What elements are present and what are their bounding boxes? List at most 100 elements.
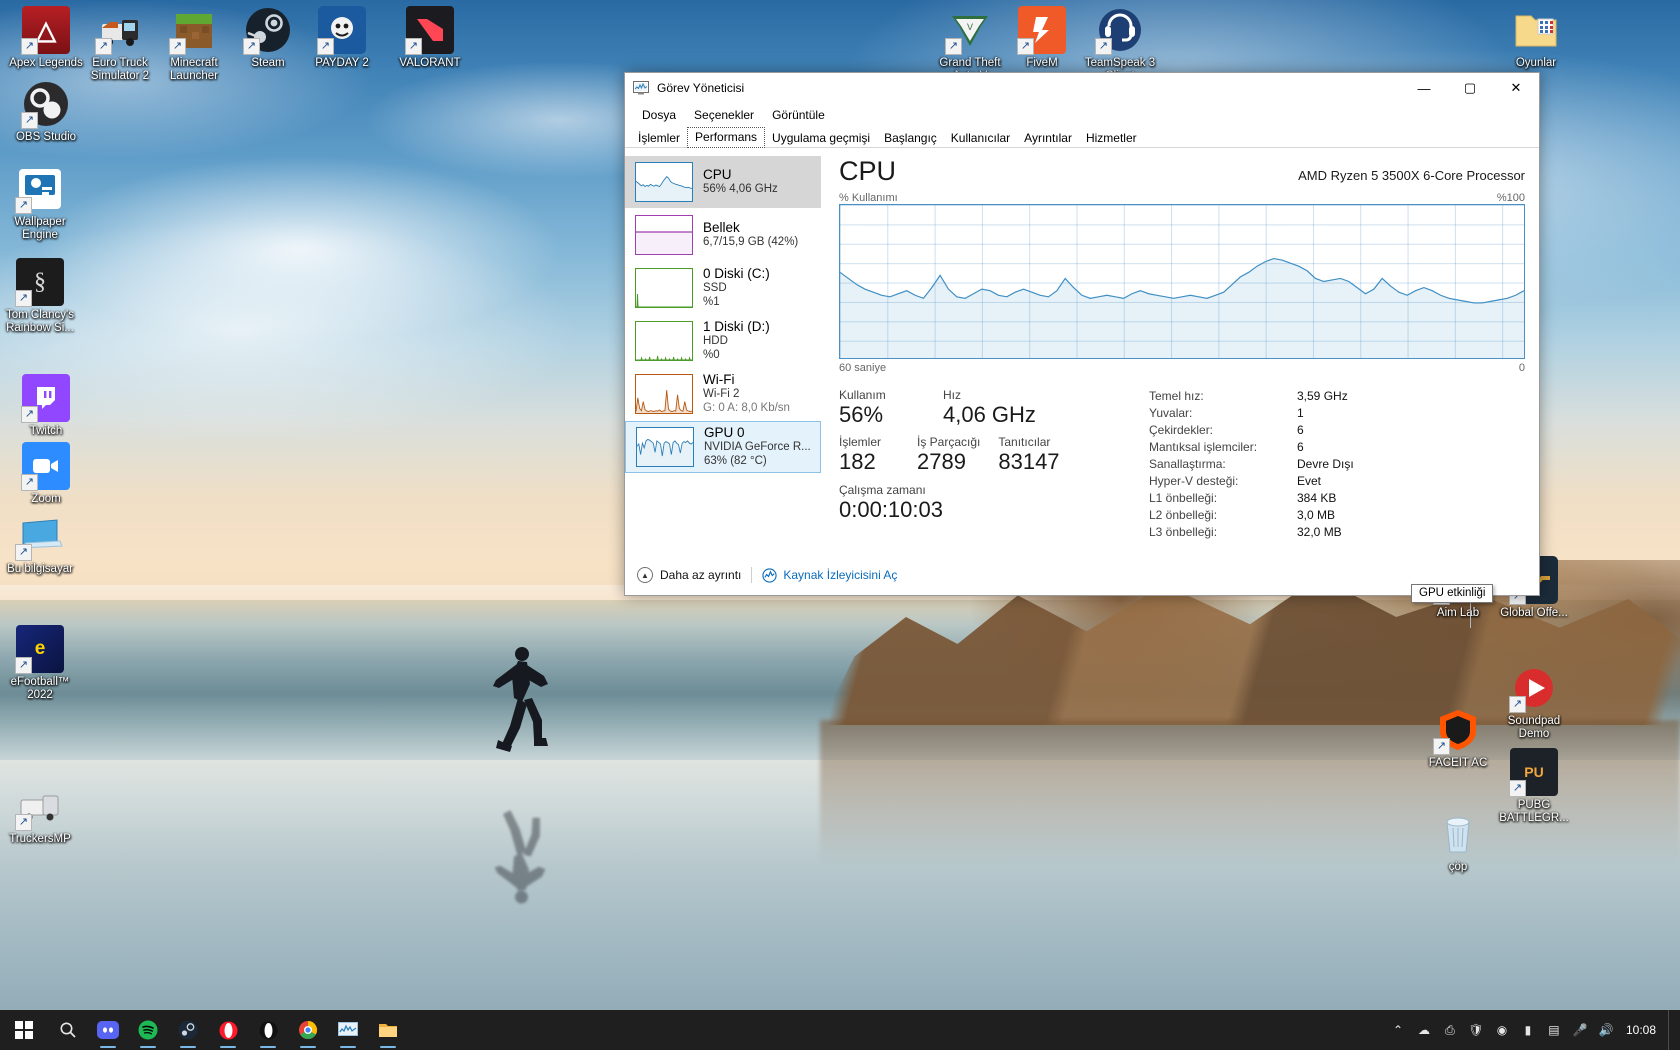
desktop-icon-wallpaper-engine[interactable]: ↗ Wallpaper Engine (0, 165, 80, 242)
desktop-icon-label: Twitch (29, 425, 63, 437)
sidebar-item-cpu[interactable]: CPU 56% 4,06 GHz (625, 156, 821, 208)
desktop-icon-soundpad-demo[interactable]: ↗ Soundpad Demo (1494, 664, 1574, 741)
taskbar-items[interactable] (48, 1010, 408, 1050)
tray-battery-icon[interactable]: ▮ (1516, 1010, 1540, 1050)
desktop-icon-tom-clancy-s-rainbow-si[interactable]: § ↗ Tom Clancy's Rainbow Si... (0, 258, 80, 335)
tab-ayr-nt-lar[interactable]: Ayrıntılar (1017, 129, 1079, 148)
desktop-icon-fivem[interactable]: ↗ FiveM (1002, 6, 1082, 70)
desktop-icon-steam[interactable]: ↗ Steam (228, 6, 308, 70)
menu-item-dosya[interactable]: Dosya (633, 106, 685, 124)
tab-performans[interactable]: Performans (687, 127, 766, 148)
sidebar-mini-graph-cpu (635, 162, 693, 202)
cpu-info-row: Sanallaştırma: Devre Dışı (1149, 456, 1525, 473)
window-titlebar[interactable]: Görev Yöneticisi — ▢ ✕ (625, 73, 1539, 103)
gta-v-icon: V ↗ (945, 6, 994, 55)
close-button[interactable]: ✕ (1493, 73, 1539, 103)
desktop-icon-truckersmp[interactable]: ↗ TruckersMP (0, 782, 80, 846)
taskbar-running-indicator (300, 1046, 316, 1048)
shortcut-arrow-icon: ↗ (1433, 738, 1450, 755)
shortcut-arrow-icon: ↗ (15, 814, 32, 831)
discord-taskbar-icon[interactable] (88, 1010, 128, 1050)
tray-usb-icon[interactable]: ⎙ (1438, 1010, 1462, 1050)
tray-expand-icon[interactable]: ⌃ (1386, 1010, 1410, 1050)
tray-shield-icon[interactable]: 🛡 (1464, 1010, 1488, 1050)
shortcut-arrow-icon: ↗ (243, 38, 260, 55)
tray-network-icon[interactable]: ▤ (1542, 1010, 1566, 1050)
sidebar-item-sub1: 6,7/15,9 GB (42%) (703, 236, 799, 249)
tab-kullan-c-lar[interactable]: Kullanıcılar (944, 129, 1017, 148)
cpu-info-value: 1 (1297, 406, 1304, 420)
system-tray[interactable]: ⌃ ☁ ⎙ 🛡 ◉ ▮ ▤ 🎤 🔊 10:08 (1386, 1010, 1680, 1050)
tab-bar[interactable]: İşlemler Performans Uygulama geçmişi Başlan… (625, 126, 1539, 148)
window-title: Görev Yöneticisi (657, 81, 745, 95)
spotify-taskbar-icon[interactable] (128, 1010, 168, 1050)
obs-studio-icon: ↗ (21, 80, 70, 129)
open-resource-monitor-link[interactable]: Kaynak İzleyicisini Aç (762, 567, 897, 583)
shortcut-arrow-icon: ↗ (1509, 780, 1526, 797)
start-button[interactable] (0, 1010, 48, 1050)
desktop-icon-oyunlar[interactable]: Oyunlar (1496, 6, 1576, 70)
menu-bar[interactable]: Dosya Seçenekler Görüntüle (625, 103, 1539, 126)
sidebar-mini-graph-gpu (636, 427, 694, 467)
desktop-icon-minecraft-launcher[interactable]: ↗ Minecraft Launcher (154, 6, 234, 83)
desktop-icon-obs-studio[interactable]: ↗ OBS Studio (6, 80, 86, 144)
svg-text:V: V (967, 22, 973, 32)
cpu-model-label: AMD Ryzen 5 3500X 6-Core Processor (1298, 168, 1525, 183)
desktop-icon-apex-legends[interactable]: △ ↗ Apex Legends (6, 6, 86, 70)
tab-hizmetler[interactable]: Hizmetler (1079, 129, 1144, 148)
show-desktop-button[interactable] (1668, 1010, 1676, 1050)
tray-discord-icon[interactable]: ◉ (1490, 1010, 1514, 1050)
steam-taskbar-icon[interactable] (168, 1010, 208, 1050)
tray-volume-icon[interactable]: 🔊 (1594, 1010, 1618, 1050)
minimize-button[interactable]: — (1401, 73, 1447, 103)
opera-taskbar-icon[interactable] (208, 1010, 248, 1050)
task-manager-window[interactable]: Görev Yöneticisi — ▢ ✕ Dosya Seçenekler Gö… (624, 72, 1540, 628)
sidebar-item-0-diski-c-[interactable]: 0 Diski (C:) SSD %1 (625, 262, 821, 314)
desktop-icon-payday-2[interactable]: ↗ PAYDAY 2 (302, 6, 382, 70)
task-manager-taskbar-icon[interactable] (328, 1010, 368, 1050)
search-taskbar-icon[interactable] (48, 1010, 88, 1050)
tray-mic-icon[interactable]: 🎤 (1568, 1010, 1592, 1050)
sidebar-item-1-diski-d-[interactable]: 1 Diski (D:) HDD %0 (625, 315, 821, 367)
clock-time: 10:08 (1625, 1023, 1656, 1037)
cpu-utilization-graph[interactable] (839, 204, 1525, 359)
desktop-icon-twitch[interactable]: ↗ Twitch (6, 374, 86, 438)
chrome-taskbar-icon[interactable] (288, 1010, 328, 1050)
explorer-taskbar-icon[interactable] (368, 1010, 408, 1050)
tab-i-lemler[interactable]: İşlemler (631, 129, 687, 148)
tray-cloud-icon[interactable]: ☁ (1412, 1010, 1436, 1050)
desktop-icon-efootball-2022[interactable]: e ↗ eFootball™ 2022 (0, 625, 80, 702)
sidebar-item-wi-fi[interactable]: Wi-Fi Wi-Fi 2 G: 0 A: 8,0 Kb/sn (625, 368, 821, 420)
desktop-icon-zoom[interactable]: ↗ Zoom (6, 442, 86, 506)
performance-sidebar[interactable]: CPU 56% 4,06 GHz Bellek 6,7/15,9 GB (42%) 0 … (625, 148, 821, 555)
desktop-icon-p[interactable]: çöp (1418, 810, 1498, 874)
wallpaper-engine-icon: ↗ (15, 165, 64, 214)
menu-item-g-r-nt-le[interactable]: Görüntüle (763, 106, 834, 124)
stat-threads-label: İş Parçacığı (917, 435, 981, 450)
desktop-icon-bu-bilgisayar[interactable]: ↗ Bu bilgisayar (0, 512, 80, 576)
sidebar-item-sub2: G: 0 A: 8,0 Kb/sn (703, 401, 790, 414)
windows-taskbar[interactable]: ⌃ ☁ ⎙ 🛡 ◉ ▮ ▤ 🎤 🔊 10:08 (0, 1010, 1680, 1050)
desktop-icon-faceit-ac[interactable]: ↗ FACEIT AC (1418, 706, 1498, 770)
sidebar-item-gpu-0[interactable]: GPU 0 NVIDIA GeForce R... 63% (82 °C) (625, 421, 821, 473)
desktop-icon-pubg-battlegr[interactable]: PU ↗ PUBG BATTLEGR... (1494, 748, 1574, 825)
sidebar-item-bellek[interactable]: Bellek 6,7/15,9 GB (42%) (625, 209, 821, 261)
maximize-button[interactable]: ▢ (1447, 73, 1493, 103)
tab-ba-lang-[interactable]: Başlangıç (877, 129, 944, 148)
shortcut-arrow-icon: ↗ (95, 38, 112, 55)
cpu-info-row: Hyper-V desteği: Evet (1149, 473, 1525, 490)
desktop-icon-euro-truck-simulator-2[interactable]: ↗ Euro Truck Simulator 2 (80, 6, 160, 83)
window-controls[interactable]: — ▢ ✕ (1401, 73, 1539, 103)
sidebar-mini-graph-disk1 (635, 321, 693, 361)
fewer-details-button[interactable]: ▲ Daha az ayrıntı (637, 567, 741, 583)
tab-uygulama-ge-mi-i[interactable]: Uygulama geçmişi (765, 129, 877, 148)
opera-gx-taskbar-icon[interactable] (248, 1010, 288, 1050)
desktop-icon-label: FiveM (1026, 57, 1058, 69)
taskbar-clock[interactable]: 10:08 (1620, 1023, 1666, 1037)
cpu-info-value: Evet (1297, 474, 1322, 488)
sidebar-item-text: 0 Diski (C:) SSD %1 (703, 266, 770, 309)
desktop-icon-valorant[interactable]: ↗ VALORANT (390, 6, 470, 70)
window-footer[interactable]: ▲ Daha az ayrıntı Kaynak İzleyicisini Aç (625, 555, 1539, 595)
shortcut-arrow-icon: ↗ (1095, 38, 1112, 55)
menu-item-se-enekler[interactable]: Seçenekler (685, 106, 763, 124)
